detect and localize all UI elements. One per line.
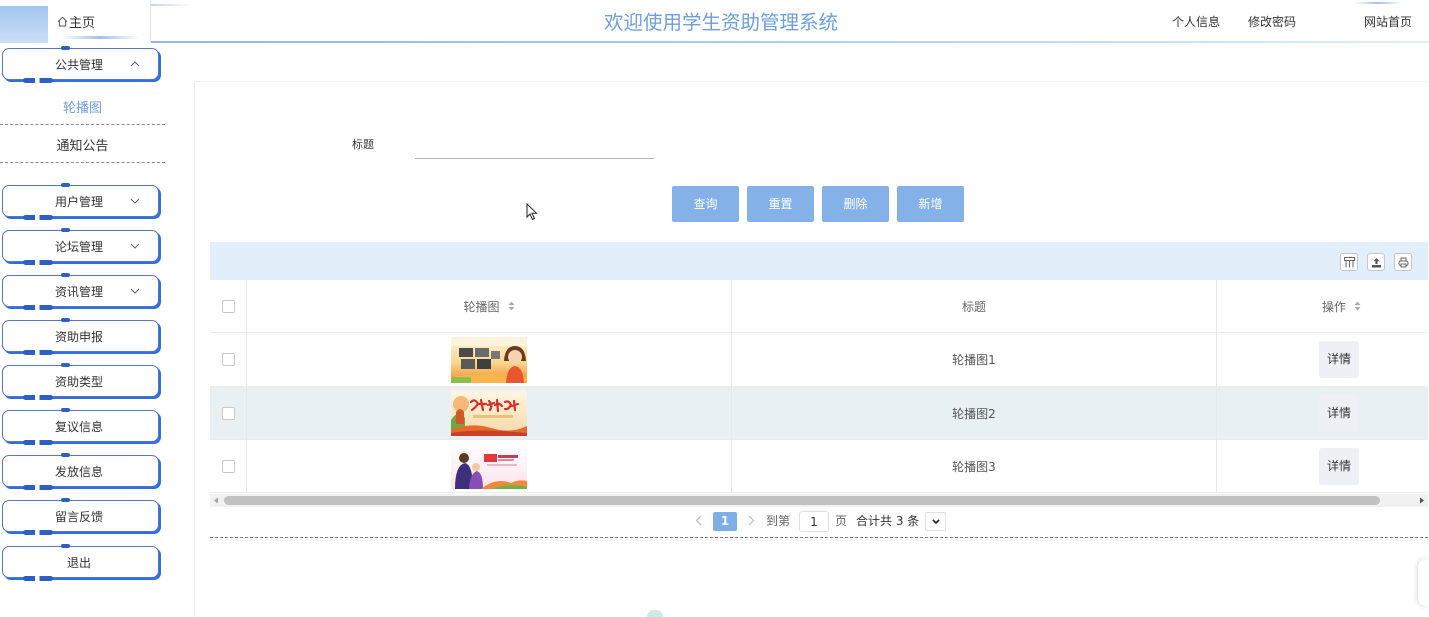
- pagination-divider: [210, 537, 1428, 538]
- header-decor-line: [1354, 2, 1402, 4]
- scrollbar-thumb[interactable]: [224, 496, 1380, 505]
- row-checkbox[interactable]: [221, 406, 235, 420]
- profile-link[interactable]: 个人信息: [1172, 14, 1220, 30]
- sidebar-menu-label: 退出: [66, 556, 91, 570]
- horizontal-scrollbar[interactable]: [210, 494, 1428, 507]
- export-icon[interactable]: [1367, 253, 1385, 271]
- sidebar: 公共管理 轮播图 通知公告 用户管理 论坛管理 资讯管理 资助申报 资助类型 复…: [0, 0, 166, 617]
- site-home-link[interactable]: 网站首页: [1364, 14, 1412, 30]
- row-actions-cell: 详情: [1217, 387, 1428, 439]
- delete-button[interactable]: 删除: [822, 186, 889, 222]
- detail-button[interactable]: 详情: [1319, 341, 1359, 378]
- change-password-link[interactable]: 修改密码: [1248, 14, 1296, 30]
- row-select-cell: [210, 387, 247, 439]
- select-all-checkbox[interactable]: [221, 299, 235, 313]
- table-row[interactable]: 轮播图2 详情: [210, 387, 1428, 440]
- sidebar-menu-label: 留言反馈: [54, 510, 103, 524]
- chevron-down-icon: [130, 198, 140, 204]
- sort-icon[interactable]: [1354, 301, 1361, 311]
- column-header-actions[interactable]: 操作: [1217, 280, 1428, 332]
- floating-side-widget[interactable]: [1418, 559, 1429, 606]
- sidebar-menu-forum[interactable]: 论坛管理: [2, 228, 159, 265]
- chevron-down-icon: [130, 243, 140, 249]
- row-checkbox[interactable]: [221, 459, 235, 473]
- table-header-row: 轮播图 标题 操作: [210, 280, 1428, 333]
- pagination-total: 合计共 3 条: [856, 514, 920, 528]
- column-header-title: 标题: [732, 280, 1217, 332]
- sidebar-menu-users[interactable]: 用户管理: [2, 183, 159, 220]
- reset-button[interactable]: 重置: [747, 186, 814, 222]
- pagination-current-page[interactable]: 1: [713, 512, 737, 531]
- column-header-label: 标题: [961, 299, 986, 314]
- add-button[interactable]: 新增: [897, 186, 964, 222]
- sort-icon[interactable]: [508, 301, 515, 311]
- detail-button[interactable]: 详情: [1319, 447, 1359, 485]
- carousel-table: 轮播图 标题 操作 轮播图1 详情 轮播图2 详情 轮播图3 详情: [210, 280, 1428, 494]
- scroll-left-arrow-icon[interactable]: [213, 497, 219, 504]
- row-title-cell: 轮播图1: [732, 333, 1217, 386]
- chevron-down-icon: [931, 519, 940, 524]
- column-header-image[interactable]: 轮播图: [247, 280, 732, 332]
- sidebar-menu-public[interactable]: 公共管理: [2, 46, 159, 83]
- chevron-left-icon[interactable]: [695, 515, 702, 526]
- column-header-label: 操作: [1322, 299, 1347, 314]
- sidebar-menu-label: 发放信息: [54, 465, 103, 479]
- search-title-input[interactable]: [415, 141, 654, 159]
- page-size-select[interactable]: [925, 512, 946, 531]
- page-title: 欢迎使用学生资助管理系统: [603, 11, 838, 34]
- columns-icon[interactable]: [1340, 253, 1358, 271]
- select-all-cell: [210, 280, 247, 332]
- chevron-right-icon[interactable]: [748, 515, 755, 526]
- sidebar-menu-label: 资助申报: [54, 330, 103, 344]
- sidebar-item-notice[interactable]: 通知公告: [0, 132, 165, 163]
- carousel-thumbnail: [451, 390, 527, 436]
- row-image-cell: [247, 440, 732, 492]
- row-title-cell: 轮播图2: [732, 387, 1217, 439]
- chevron-up-icon: [130, 61, 140, 67]
- carousel-thumbnail: [451, 443, 527, 489]
- carousel-thumbnail: [451, 336, 527, 383]
- table-row[interactable]: 轮播图1 详情: [210, 333, 1428, 387]
- row-select-cell: [210, 333, 247, 386]
- table-toolbar: [210, 242, 1428, 280]
- sidebar-menu-label: 复议信息: [54, 420, 103, 434]
- sidebar-menu-aid-application[interactable]: 资助申报: [2, 318, 159, 355]
- sidebar-menu-feedback[interactable]: 留言反馈: [2, 498, 159, 535]
- table-row[interactable]: 轮播图3 详情: [210, 440, 1428, 493]
- sidebar-menu-logout[interactable]: 退出: [2, 544, 159, 581]
- mouse-cursor-icon: [526, 203, 538, 221]
- sidebar-menu-review[interactable]: 复议信息: [2, 408, 159, 445]
- scroll-right-arrow-icon[interactable]: [1419, 497, 1425, 504]
- query-button[interactable]: 查询: [672, 186, 739, 222]
- row-select-cell: [210, 440, 247, 492]
- sidebar-menu-news[interactable]: 资讯管理: [2, 273, 159, 310]
- top-header: 主页 欢迎使用学生资助管理系统 个人信息 修改密码 网站首页: [0, 0, 1429, 44]
- pagination-goto-input[interactable]: [799, 511, 829, 532]
- row-image-cell: [247, 333, 732, 386]
- row-actions-cell: 详情: [1217, 333, 1428, 386]
- chevron-down-icon: [130, 288, 140, 294]
- bottom-decor-dot: [647, 610, 663, 617]
- row-title-cell: 轮播图3: [732, 440, 1217, 492]
- print-icon[interactable]: [1394, 253, 1412, 271]
- detail-button[interactable]: 详情: [1319, 394, 1359, 432]
- sidebar-menu-label: 资助类型: [54, 375, 103, 389]
- sidebar-item-carousel[interactable]: 轮播图: [0, 94, 165, 125]
- pagination-goto-label: 到第: [766, 514, 791, 528]
- row-checkbox[interactable]: [221, 353, 235, 366]
- sidebar-menu-aid-type[interactable]: 资助类型: [2, 363, 159, 400]
- row-actions-cell: 详情: [1217, 440, 1428, 492]
- search-title-label: 标题: [352, 138, 374, 151]
- header-divider: [151, 41, 1429, 43]
- column-header-label: 轮播图: [463, 299, 500, 314]
- pagination-page-suffix: 页: [835, 514, 848, 528]
- row-image-cell: [247, 387, 732, 439]
- sidebar-menu-distribution[interactable]: 发放信息: [2, 453, 159, 490]
